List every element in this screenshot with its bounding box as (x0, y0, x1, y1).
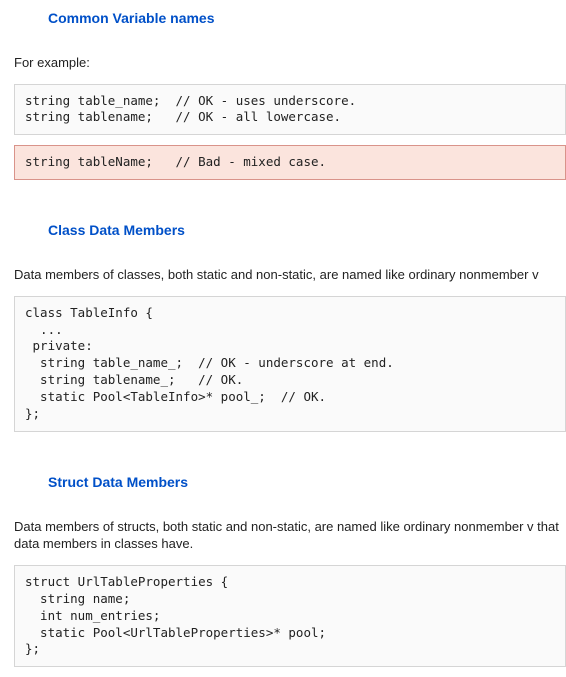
spacer (14, 442, 566, 470)
code-block-struct-members: struct UrlTableProperties { string name;… (14, 565, 566, 667)
heading-common-variable-names: Common Variable names (48, 10, 566, 26)
paragraph-struct-members-intro: Data members of structs, both static and… (14, 518, 566, 553)
heading-struct-data-members: Struct Data Members (48, 474, 566, 490)
paragraph-example-intro: For example: (14, 54, 566, 72)
spacer (14, 190, 566, 218)
code-block-class-members: class TableInfo { ... private: string ta… (14, 296, 566, 432)
paragraph-class-members-intro: Data members of classes, both static and… (14, 266, 566, 284)
document-body: Common Variable names For example: strin… (0, 0, 566, 667)
code-block-variable-bad: string tableName; // Bad - mixed case. (14, 145, 566, 180)
heading-class-data-members: Class Data Members (48, 222, 566, 238)
code-block-variable-ok: string table_name; // OK - uses undersco… (14, 84, 566, 136)
